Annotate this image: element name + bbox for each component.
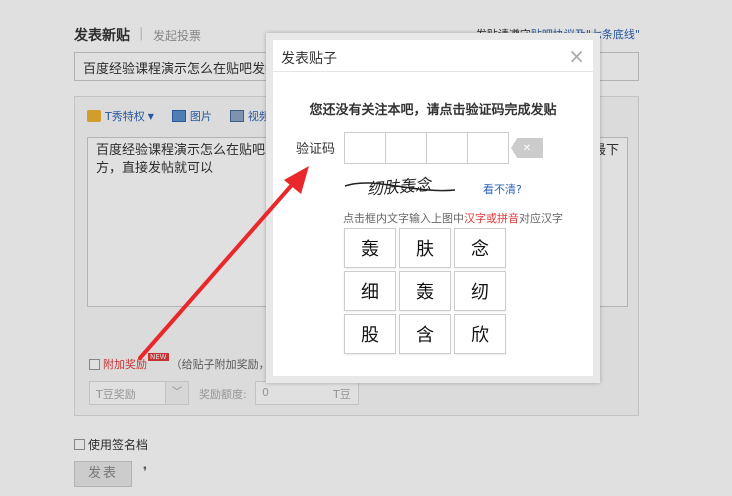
refresh-captcha-link[interactable]: 看不清? (483, 181, 522, 197)
instruction-highlight: 汉字或拼音 (464, 212, 519, 225)
captcha-char-button[interactable]: 股 (344, 314, 396, 354)
captcha-code-slot[interactable] (344, 132, 386, 164)
captcha-text: 纫肤轰念 (366, 175, 433, 199)
dialog-title: 发表贴子 (281, 51, 337, 67)
captcha-code-label: 验证码 (296, 142, 336, 157)
captcha-code-slot[interactable] (385, 132, 427, 164)
instruction-pre: 点击框内文字输入上图中 (343, 212, 464, 225)
instruction-post: 对应汉字 (519, 212, 563, 225)
captcha-image: 纫肤轰念 (344, 175, 456, 199)
close-icon[interactable]: × (568, 44, 585, 68)
captcha-char-button[interactable]: 轰 (399, 271, 451, 311)
captcha-char-button[interactable]: 欣 (454, 314, 506, 354)
captcha-char-button[interactable]: 念 (454, 228, 506, 268)
captcha-prompt: 您还没有关注本吧，请点击验证码完成发贴 (309, 103, 557, 118)
captcha-dialog-body: 发表贴子 × 您还没有关注本吧，请点击验证码完成发贴 验证码 ✕ 纫肤轰念 看不… (273, 40, 593, 376)
captcha-dialog: 发表贴子 × 您还没有关注本吧，请点击验证码完成发贴 验证码 ✕ 纫肤轰念 看不… (266, 33, 600, 383)
captcha-char-button[interactable]: 肤 (399, 228, 451, 268)
clear-glyph: ✕ (522, 142, 532, 154)
captcha-code-slot[interactable] (467, 132, 509, 164)
captcha-instruction: 点击框内文字输入上图中汉字或拼音对应汉字 (343, 210, 563, 226)
captcha-char-button[interactable]: 纫 (454, 271, 506, 311)
captcha-code-boxes (344, 132, 509, 164)
captcha-char-button[interactable]: 含 (399, 314, 451, 354)
captcha-code-slot[interactable] (426, 132, 468, 164)
dialog-title-bar: 发表贴子 × (273, 40, 593, 72)
captcha-char-button[interactable]: 轰 (344, 228, 396, 268)
backspace-icon[interactable]: ✕ (511, 138, 543, 158)
captcha-char-button[interactable]: 细 (344, 271, 396, 311)
captcha-char-grid: 轰 肤 念 细 轰 纫 股 含 欣 (344, 228, 506, 354)
